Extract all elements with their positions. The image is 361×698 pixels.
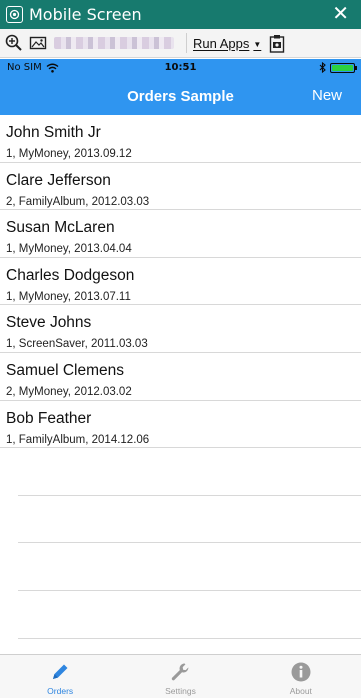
order-row[interactable]: Steve Johns 1, ScreenSaver, 2011.03.03 (0, 305, 361, 353)
order-name: Susan McLaren (6, 219, 115, 237)
clipboard-camera-icon[interactable] (267, 33, 287, 53)
order-name: Bob Feather (6, 409, 92, 427)
run-apps-label: Run Apps (193, 35, 250, 51)
ios-status-bar: No SIM 10:51 (0, 59, 361, 77)
order-name: Charles Dodgeson (6, 266, 135, 284)
order-detail: 1, ScreenSaver, 2011.03.03 (6, 338, 148, 351)
pencil-icon (53, 664, 68, 679)
empty-row (18, 591, 361, 639)
tab-bar: Orders Settings About (0, 654, 361, 698)
nav-bar: Orders Sample New (0, 77, 361, 115)
battery-icon (330, 62, 357, 73)
order-name: Samuel Clemens (6, 361, 125, 379)
window-title: Mobile Screen (29, 5, 142, 24)
toolbar-divider (186, 33, 187, 53)
info-icon (291, 662, 311, 682)
empty-row (18, 448, 361, 496)
order-row[interactable]: Charles Dodgeson 1, MyMoney, 2013.07.11 (0, 258, 361, 306)
zoom-in-icon[interactable] (4, 33, 24, 53)
order-name: Clare Jefferson (6, 171, 111, 189)
tab-settings[interactable]: Settings (120, 655, 240, 698)
order-detail: 2, MyMoney, 2012.03.02 (6, 385, 132, 398)
status-time: 10:51 (164, 62, 197, 73)
order-detail: 1, MyMoney, 2013.07.11 (6, 290, 131, 303)
tab-label: Orders (47, 686, 74, 696)
close-icon[interactable]: ✕ (332, 3, 349, 25)
device-selector-blurred[interactable] (54, 37, 174, 49)
toolbar: Run Apps ▼ (0, 29, 361, 58)
tab-label: About (289, 686, 312, 696)
battery-fill (332, 64, 353, 71)
empty-row (18, 496, 361, 544)
bluetooth-icon (319, 62, 326, 73)
tab-label: Settings (165, 686, 196, 696)
order-name: Steve Johns (6, 314, 92, 332)
screenshot-icon[interactable] (28, 33, 48, 53)
run-apps-button[interactable]: Run Apps ▼ (193, 36, 261, 51)
order-detail: 2, FamilyAlbum, 2012.03.03 (6, 195, 150, 208)
status-right-group (319, 62, 357, 73)
orders-list: John Smith Jr 1, MyMoney, 2013.09.12 Cla… (0, 115, 361, 654)
order-row[interactable]: Bob Feather 1, FamilyAlbum, 2014.12.06 (0, 401, 361, 449)
order-row[interactable]: Samuel Clemens 2, MyMoney, 2012.03.02 (0, 353, 361, 401)
app-logo-icon (6, 6, 23, 23)
empty-row (18, 543, 361, 591)
order-row[interactable]: Susan McLaren 1, MyMoney, 2013.04.04 (0, 210, 361, 258)
order-detail: 1, FamilyAlbum, 2014.12.06 (6, 433, 150, 446)
order-row[interactable]: Clare Jefferson 2, FamilyAlbum, 2012.03.… (0, 163, 361, 211)
window-titlebar: Mobile Screen ✕ (0, 0, 361, 29)
order-row[interactable]: John Smith Jr 1, MyMoney, 2013.09.12 (0, 115, 361, 163)
nav-title: Orders Sample (127, 88, 234, 105)
tab-about[interactable]: About (241, 655, 361, 698)
order-detail: 1, MyMoney, 2013.09.12 (6, 148, 132, 160)
order-name: John Smith Jr (6, 124, 101, 141)
wrench-icon (172, 663, 189, 681)
tab-orders[interactable]: Orders (0, 655, 120, 698)
new-order-button[interactable]: New (312, 87, 342, 104)
chevron-down-icon: ▼ (253, 39, 262, 49)
order-detail: 1, MyMoney, 2013.04.04 (6, 243, 132, 256)
